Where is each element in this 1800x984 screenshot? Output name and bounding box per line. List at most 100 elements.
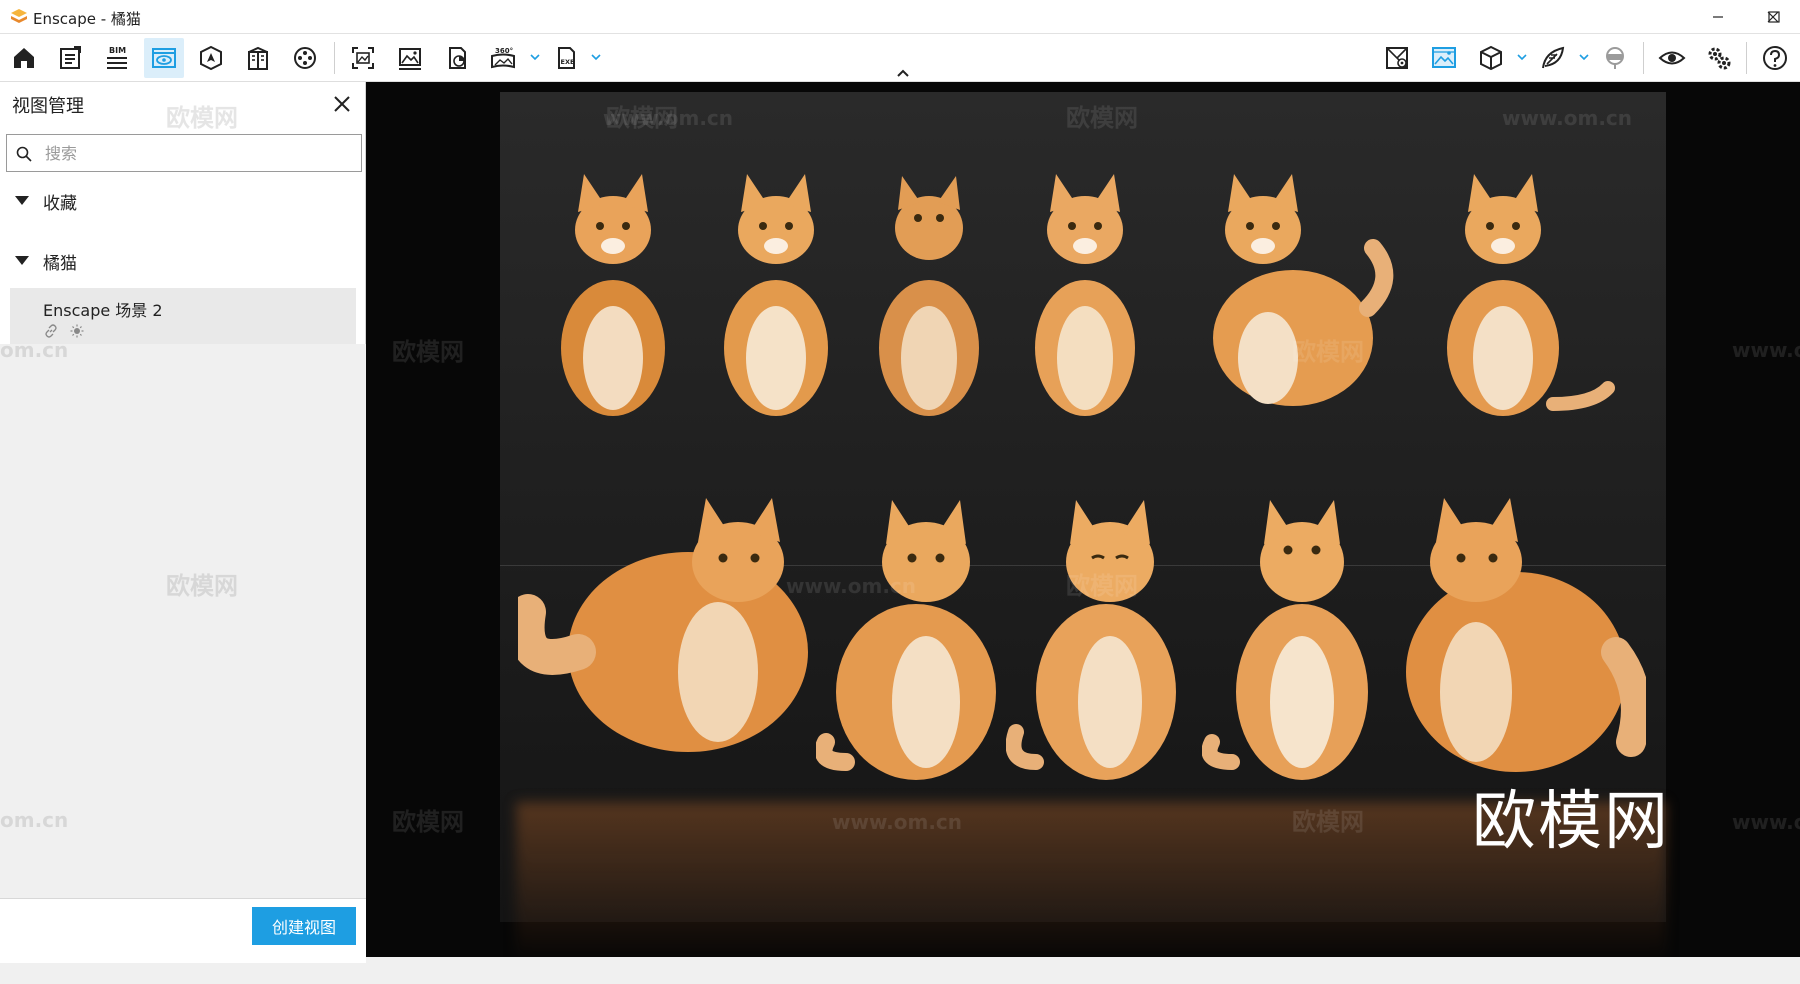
export-dropdown[interactable] [589,50,603,64]
render-viewport[interactable]: 欧模网 www.om.cn 欧模网 www.om.cn 欧模网 欧模网 www.… [366,82,1800,957]
home-button[interactable] [4,38,44,78]
close-window-button[interactable] [1745,0,1800,34]
watermark-text: 欧模网 [1066,572,1138,600]
watermark-text: 欧模网 [1292,338,1364,366]
site-context-icon [1386,47,1408,69]
favorites-section-header[interactable]: 收藏 [6,178,362,224]
cat-figure [1406,498,1646,772]
asset-cube-button[interactable] [1471,38,1511,78]
cat-figure [561,174,665,416]
settings-button[interactable] [1699,38,1739,78]
cat-figure [816,500,996,780]
eye-icon [1658,51,1686,65]
notes-button[interactable] [50,38,90,78]
cat-figure [879,176,979,416]
watermark-text: 欧模网 [166,104,238,132]
navigation-icon [200,45,222,71]
watermark-url: www.om.cn [1732,810,1800,834]
watermark-url: www.om.cn [832,810,963,834]
sun-icon[interactable] [70,324,84,338]
toolbar-divider [334,42,335,74]
vr-headset-button[interactable] [1595,38,1635,78]
watermark-text: 欧模网 [392,338,464,366]
home-icon [14,48,34,68]
watermark-url: www.om.cn [786,574,917,598]
site-context-button[interactable] [1377,38,1417,78]
create-view-button[interactable]: 创建视图 [252,907,356,945]
window-title: Enscape - 橘猫 [33,10,141,28]
cat-figure [1035,174,1135,416]
watermark-url: om.cn [0,338,69,362]
cat-figure [518,498,808,752]
scene-section-label: 橘猫 [43,254,77,274]
close-icon [334,96,350,112]
toolbar-divider [1643,42,1644,74]
view-management-icon [152,48,176,68]
panorama-360-icon: 360° [491,47,515,69]
building-button[interactable] [238,38,278,78]
favorites-section-label: 收藏 [43,194,77,214]
asset-dropdown[interactable] [1577,50,1591,64]
brand-watermark: 欧模网 [1472,785,1670,859]
watermark-url: www.om.cn [603,106,734,130]
minimize-button[interactable] [1690,0,1746,34]
close-panel-button[interactable] [328,90,356,118]
enscape-logo-icon [11,9,27,23]
cat-figure [724,174,828,416]
asset-library-button[interactable] [1533,38,1573,78]
building-icon [248,46,268,70]
help-button[interactable] [1755,38,1795,78]
visual-settings-icon [1432,47,1456,68]
chevron-down-icon [1517,54,1527,61]
video-editor-button[interactable] [285,38,325,78]
svg-text:EXE: EXE [561,58,575,66]
watermark-url: om.cn [0,808,69,832]
views-list-area [0,344,366,984]
minimize-icon [1713,16,1723,18]
notes-icon [60,46,81,69]
favorites-section: 收藏 [6,178,362,230]
screenshot-icon [399,48,421,70]
asset-library-icon [1542,46,1565,69]
panorama-button[interactable]: 360° [483,38,523,78]
cat-figure [1213,174,1394,406]
collapse-toolbar-toggle[interactable] [892,66,914,80]
capture-icon [352,47,374,69]
bim-button[interactable]: BIM [97,38,137,78]
chevron-up-icon [897,69,909,77]
visual-settings-button[interactable] [1424,38,1464,78]
watermark-text: 欧模网 [1292,808,1364,836]
toggle-view-button[interactable] [1652,38,1692,78]
screenshot-button[interactable] [390,38,430,78]
cat-figure [1447,174,1615,416]
panel-footer: 创建视图 [0,898,366,963]
view-list-item[interactable]: Enscape 场景 2 [10,288,356,344]
batch-render-button[interactable] [437,38,477,78]
search-input[interactable] [43,137,347,169]
vr-headset-icon [1606,47,1624,69]
watermark-url: www.om.cn [1502,106,1633,130]
toolbar-divider [1746,42,1747,74]
view-item-name: Enscape 场景 2 [43,301,163,320]
capture-button[interactable] [343,38,383,78]
help-icon [1763,46,1787,70]
navigation-button[interactable] [191,38,231,78]
view-management-panel: 视图管理 收藏 橘猫 Enscape 场景 2 欧模网 欧模网 om.cn om… [0,82,366,984]
watermark-url: www.om.cn [1732,338,1800,362]
chevron-down-icon [1579,54,1589,61]
video-icon [294,47,316,69]
search-box[interactable] [6,134,362,172]
cat-figure [1006,500,1176,780]
cube-icon [1480,45,1502,71]
panorama-dropdown[interactable] [528,50,542,64]
bim-icon: BIM [107,46,127,69]
link-icon[interactable] [44,324,58,338]
view-management-button[interactable] [144,38,184,78]
svg-text:BIM: BIM [109,46,126,55]
watermark-text: 欧模网 [1066,104,1138,132]
panel-title: 视图管理 [12,96,84,117]
settings-icon [1708,47,1731,70]
export-exe-button[interactable]: EXE [546,38,586,78]
scene-section-header[interactable]: 橘猫 [6,238,362,284]
cube-dropdown[interactable] [1515,50,1529,64]
